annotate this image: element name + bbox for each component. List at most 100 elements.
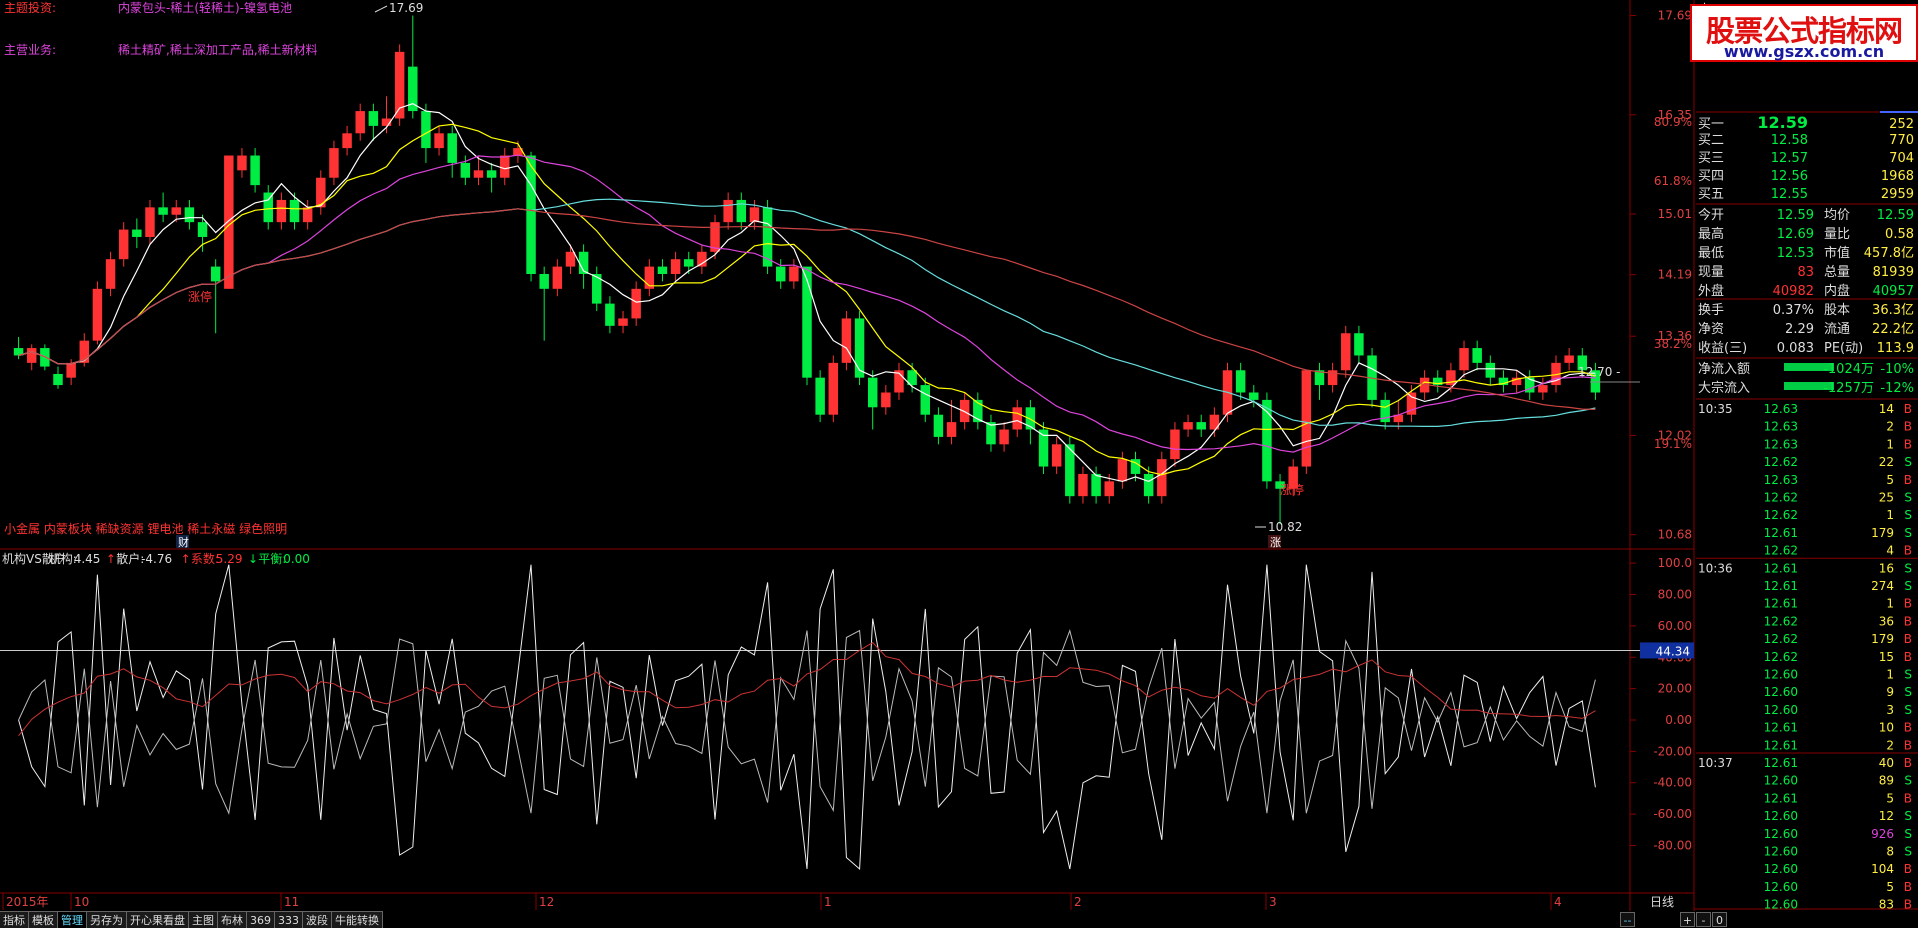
candle-body[interactable]	[933, 414, 944, 437]
candle-body[interactable]	[421, 111, 431, 149]
candle-body[interactable]	[1235, 370, 1246, 393]
bottom-tab[interactable]: 管理	[58, 911, 87, 928]
candle-body[interactable]	[1183, 422, 1193, 430]
candle-body[interactable]	[854, 318, 865, 378]
candle-body[interactable]	[26, 348, 37, 363]
candle-body[interactable]	[145, 207, 155, 237]
candle-body[interactable]	[1538, 385, 1548, 393]
bottom-tab[interactable]: 布林	[218, 911, 247, 928]
candle-body[interactable]	[302, 207, 313, 223]
candle-body[interactable]	[210, 266, 221, 282]
candle-body[interactable]	[171, 207, 181, 215]
candle-body[interactable]	[92, 288, 103, 341]
bottom-tab[interactable]: 模板	[29, 911, 58, 928]
candle-body[interactable]	[1012, 407, 1022, 430]
candle-body[interactable]	[447, 133, 457, 163]
candle-body[interactable]	[1078, 473, 1088, 497]
candle-body[interactable]	[118, 229, 129, 260]
candle-body[interactable]	[999, 429, 1009, 445]
candle-body[interactable]	[342, 133, 352, 149]
candle-body[interactable]	[684, 259, 694, 267]
candle-body[interactable]	[460, 162, 471, 178]
candle-body[interactable]	[1170, 429, 1180, 460]
candle-body[interactable]	[657, 266, 668, 274]
candle-body[interactable]	[723, 199, 733, 223]
candle-body[interactable]	[250, 155, 260, 186]
bottom-tab[interactable]: 333	[275, 911, 303, 928]
bottom-tab[interactable]: 指标	[0, 911, 29, 928]
candle-body[interactable]	[500, 155, 510, 178]
candle-body[interactable]	[53, 373, 63, 386]
candle-body[interactable]	[670, 259, 681, 274]
candle-body[interactable]	[105, 259, 116, 289]
bottom-tab[interactable]: 另存为	[87, 911, 127, 928]
candle-body[interactable]	[263, 192, 273, 223]
bottom-tab[interactable]: 369	[247, 911, 275, 928]
candle-body[interactable]	[841, 318, 852, 363]
candle-body[interactable]	[959, 399, 970, 423]
candle-body[interactable]	[867, 377, 878, 408]
candle-body[interactable]	[1091, 473, 1101, 497]
candle-body[interactable]	[66, 362, 76, 378]
candle-body[interactable]	[1564, 355, 1574, 363]
candle-body[interactable]	[605, 303, 615, 326]
candle-body[interactable]	[158, 207, 168, 215]
candle-body[interactable]	[434, 133, 444, 149]
candle-body[interactable]	[1354, 333, 1364, 356]
candle-body[interactable]	[565, 251, 576, 267]
reset-button[interactable]: 0	[1712, 912, 1727, 927]
candle-body[interactable]	[1341, 333, 1351, 371]
collapse-button[interactable]: --	[1620, 912, 1635, 927]
candle-body[interactable]	[276, 199, 287, 223]
candle-body[interactable]	[881, 392, 891, 408]
candle-body[interactable]	[237, 155, 247, 171]
candle-body[interactable]	[473, 170, 484, 178]
candle-body[interactable]	[197, 222, 208, 237]
candle-body[interactable]	[1472, 348, 1482, 363]
bottom-tab[interactable]: 开心果看盘	[127, 911, 189, 928]
candle-body[interactable]	[1485, 362, 1496, 378]
candle-body[interactable]	[1143, 473, 1154, 497]
candle-body[interactable]	[355, 111, 365, 134]
business-value: 稀土精矿,稀土深加工产品,稀土新材料	[118, 42, 318, 57]
candle-body[interactable]	[618, 318, 628, 326]
tick-side: S	[1904, 685, 1912, 699]
candle-body[interactable]	[526, 155, 536, 274]
candle-body[interactable]	[697, 251, 707, 267]
candle-body[interactable]	[1249, 392, 1259, 400]
candle-body[interactable]	[1459, 348, 1469, 371]
candle-body[interactable]	[329, 148, 339, 178]
bottom-tab-bar: 指标 模板 管理 另存为 开心果看盘 主图 布林 369 333 波段 牛能转换	[0, 911, 383, 928]
candle-body[interactable]	[802, 266, 812, 378]
candle-body[interactable]	[184, 207, 195, 223]
zoom-in-button[interactable]: +	[1680, 912, 1695, 927]
candle-body[interactable]	[552, 266, 563, 289]
candle-body[interactable]	[486, 170, 497, 178]
candle-body[interactable]	[828, 362, 839, 415]
candle-body[interactable]	[1117, 459, 1128, 482]
tick-price: 12.60	[1764, 827, 1798, 841]
stat-value: 83	[1797, 265, 1814, 280]
zoom-out-button[interactable]: -	[1696, 912, 1711, 927]
candle-body[interactable]	[946, 422, 957, 437]
candle-body[interactable]	[789, 266, 799, 282]
candle-body[interactable]	[920, 385, 930, 415]
candle-body[interactable]	[749, 207, 760, 223]
bottom-tab[interactable]: 主图	[189, 911, 218, 928]
tick-price: 12.60	[1764, 809, 1798, 823]
candle-body[interactable]	[631, 288, 641, 319]
candle-body[interactable]	[1051, 444, 1062, 467]
candle-body[interactable]	[368, 111, 379, 126]
candle-body[interactable]	[539, 274, 549, 289]
kline-chart[interactable]: 17.6916.3515.0114.1913.3612.0210.6880.9%…	[0, 0, 1918, 928]
candle-body[interactable]	[815, 377, 825, 415]
bottom-tab[interactable]: 波段	[303, 911, 332, 928]
candle-body[interactable]	[1104, 481, 1114, 497]
bottom-tab[interactable]: 牛能转换	[332, 911, 383, 928]
candle-body[interactable]	[1157, 459, 1167, 497]
candle-body[interactable]	[289, 199, 300, 223]
candle-body[interactable]	[132, 229, 142, 237]
candle-body[interactable]	[1196, 422, 1206, 430]
candle-body[interactable]	[1301, 370, 1312, 467]
candle-body[interactable]	[775, 266, 786, 282]
